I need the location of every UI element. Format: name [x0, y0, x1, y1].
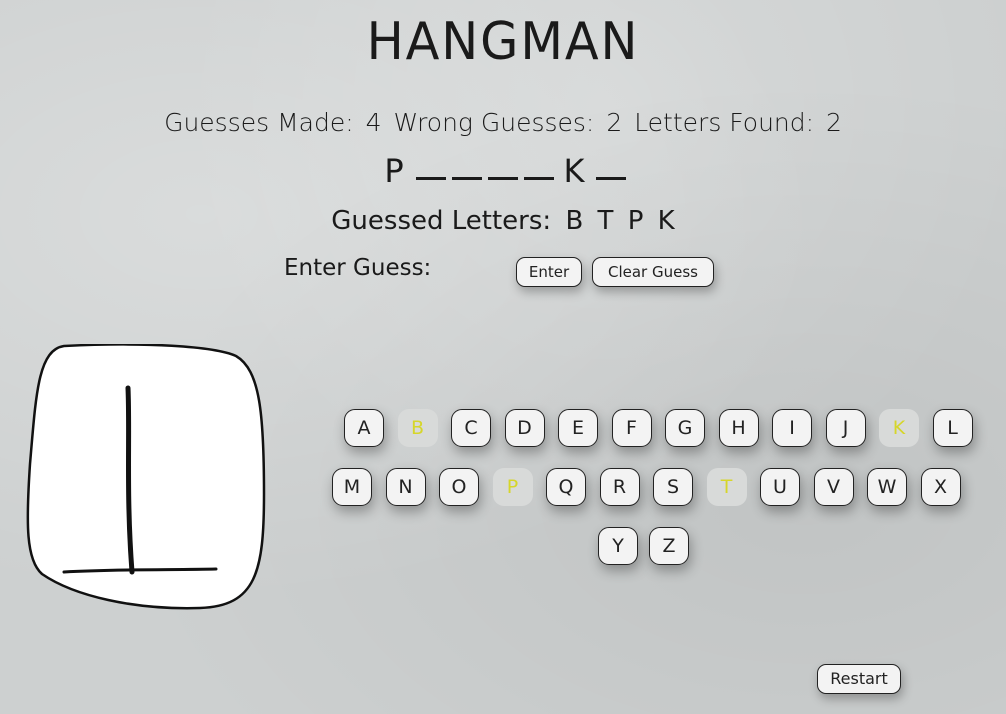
stats-line: Guesses Made: 4 Wrong Guesses: 2 Letters… — [0, 108, 1006, 137]
guessed-letter: K — [657, 206, 675, 236]
key-g[interactable]: G — [665, 409, 705, 447]
key-s[interactable]: S — [653, 468, 693, 506]
revealed-letter: K — [563, 152, 587, 190]
key-q[interactable]: Q — [546, 468, 586, 506]
key-c[interactable]: C — [451, 409, 491, 447]
key-p: P — [492, 468, 533, 506]
key-i[interactable]: I — [772, 409, 812, 447]
blank-letter — [596, 173, 626, 180]
key-j[interactable]: J — [825, 409, 866, 447]
guessed-letters: Guessed Letters: B T P K — [0, 206, 1006, 236]
key-h[interactable]: H — [718, 409, 759, 447]
key-e[interactable]: E — [558, 409, 598, 447]
enter-button[interactable]: Enter — [516, 257, 582, 287]
blank-letter — [524, 173, 554, 180]
wrong-guesses-count: 2 — [606, 108, 623, 137]
key-l[interactable]: L — [932, 409, 973, 447]
key-v[interactable]: V — [813, 468, 854, 506]
blank-letter — [452, 173, 482, 180]
clear-guess-button[interactable]: Clear Guess — [592, 257, 714, 287]
key-z[interactable]: Z — [649, 527, 689, 565]
key-d[interactable]: D — [504, 409, 545, 447]
guessed-letter: T — [597, 206, 614, 236]
enter-guess-label: Enter Guess: — [284, 255, 432, 281]
guessed-letter: B — [565, 206, 584, 236]
key-m[interactable]: M — [332, 468, 372, 506]
gallows-drawing — [26, 344, 266, 610]
guesses-made-label: Guesses Made: — [164, 108, 354, 137]
key-t: T — [706, 468, 747, 506]
word-display: PK — [0, 152, 1006, 190]
wrong-guesses-label: Wrong Guesses: — [393, 108, 595, 137]
letters-found-label: Letters Found: — [634, 108, 815, 137]
key-b: B — [397, 409, 438, 447]
key-w[interactable]: W — [867, 468, 907, 506]
game-title: HANGMAN — [366, 12, 640, 72]
restart-button[interactable]: Restart — [817, 664, 901, 694]
key-k: K — [879, 409, 919, 447]
guesses-made-count: 4 — [365, 108, 382, 137]
key-n[interactable]: N — [385, 468, 426, 506]
key-x[interactable]: X — [920, 468, 961, 506]
key-y[interactable]: Y — [598, 527, 638, 565]
key-f[interactable]: F — [611, 409, 652, 447]
guessed-letters-label: Guessed Letters: — [331, 206, 552, 236]
key-u[interactable]: U — [760, 468, 800, 506]
key-o[interactable]: O — [439, 468, 479, 506]
guessed-letter: P — [627, 206, 644, 236]
key-a[interactable]: A — [344, 409, 384, 447]
letters-found-count: 2 — [826, 108, 842, 137]
revealed-letter: P — [384, 152, 406, 190]
blank-letter — [488, 173, 518, 180]
key-r[interactable]: R — [599, 468, 640, 506]
blank-letter — [416, 173, 446, 180]
